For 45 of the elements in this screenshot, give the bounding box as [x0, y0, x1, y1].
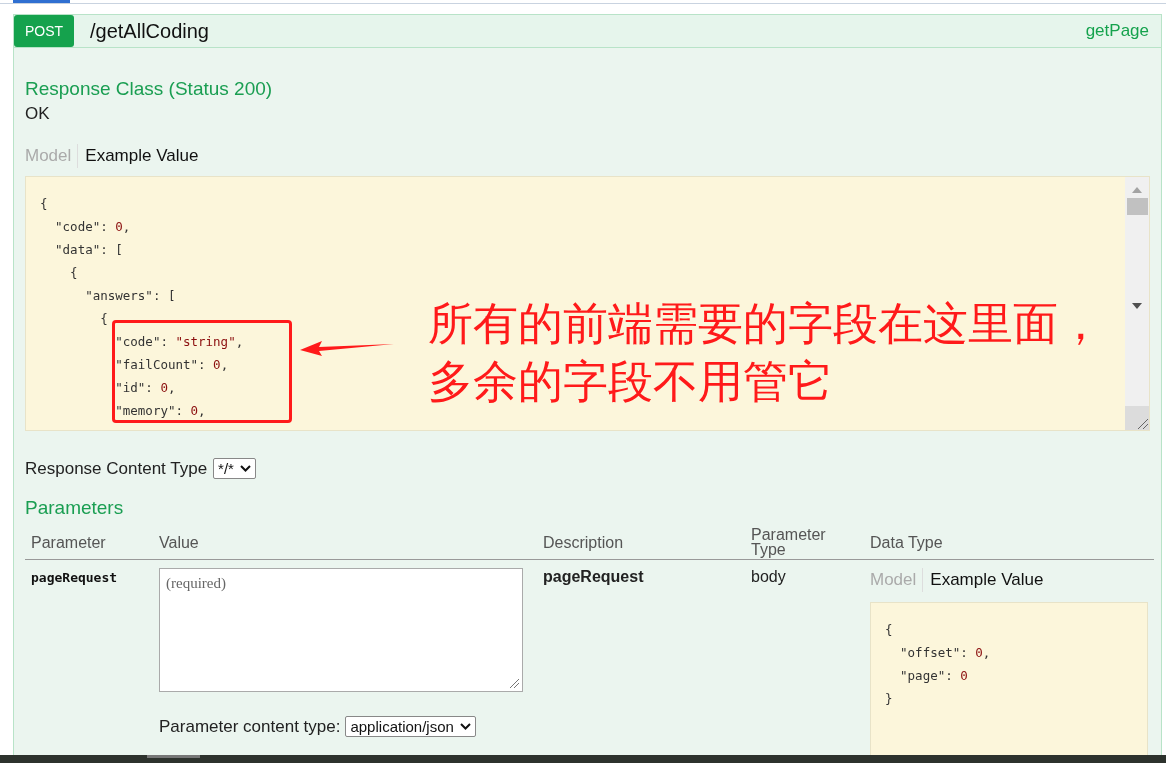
status-text: OK	[25, 104, 51, 124]
content-type-select[interactable]: application/json	[345, 716, 476, 737]
method-badge: POST	[14, 15, 74, 47]
scrollbar[interactable]	[1125, 177, 1149, 430]
column-header: Parameter	[25, 525, 153, 560]
code-line: "memory": 0,	[114, 402, 206, 420]
code-line: "code": 0,	[54, 218, 131, 236]
resize-grip-icon[interactable]	[508, 677, 520, 689]
annotation-text: 所有的前端需要的字段在这里面， 多余的字段不用管它	[428, 296, 1103, 410]
view-tab[interactable]: Example Value	[923, 568, 1050, 592]
code-line: "page": 0	[899, 667, 968, 685]
code-line: "offset": 0,	[899, 644, 991, 662]
code-line: }	[885, 690, 893, 708]
column-header: Value	[153, 525, 537, 560]
code-line: "data": [	[54, 241, 123, 259]
column-header: Parameter Type	[745, 525, 864, 560]
field-label: Response Content Type	[25, 458, 208, 479]
field-label: Parameter content type:	[159, 716, 341, 737]
code-line: {	[885, 621, 893, 639]
code-line: "code": "string",	[114, 333, 244, 351]
section-title: Parameters	[25, 497, 125, 519]
view-tab[interactable]: Example Value	[78, 144, 205, 168]
caret-down-icon[interactable]	[1131, 301, 1143, 310]
parameter-type: body	[751, 568, 786, 585]
column-header: Data Type	[864, 525, 1154, 560]
column-header: Description	[537, 525, 745, 560]
code-line: "answers": [	[84, 287, 176, 305]
code-line: {	[99, 310, 108, 328]
code-line: "failCount": 0,	[114, 356, 229, 374]
scrollbar-thumb[interactable]	[1126, 198, 1148, 215]
code-line: {	[69, 264, 78, 282]
resize-grip-icon[interactable]	[1135, 416, 1149, 430]
caret-up-icon[interactable]	[1131, 186, 1143, 194]
code-line: "id": 0,	[114, 379, 176, 397]
operation-path[interactable]: /getAllCoding	[90, 19, 1086, 43]
operation-header[interactable]: POST /getAllCoding getPage	[14, 15, 1161, 48]
chevron-down-icon	[459, 723, 471, 730]
chevron-down-icon	[239, 465, 251, 472]
value-input-field[interactable]: (required)	[159, 568, 523, 692]
active-tab-indicator	[13, 0, 70, 3]
content-type-select[interactable]: */*	[213, 458, 256, 479]
code-line: {	[40, 195, 48, 213]
section-title: Response Class (Status 200)	[25, 78, 274, 100]
parameter-name: pageRequest	[31, 570, 118, 585]
parameter-description: pageRequest	[543, 568, 644, 585]
